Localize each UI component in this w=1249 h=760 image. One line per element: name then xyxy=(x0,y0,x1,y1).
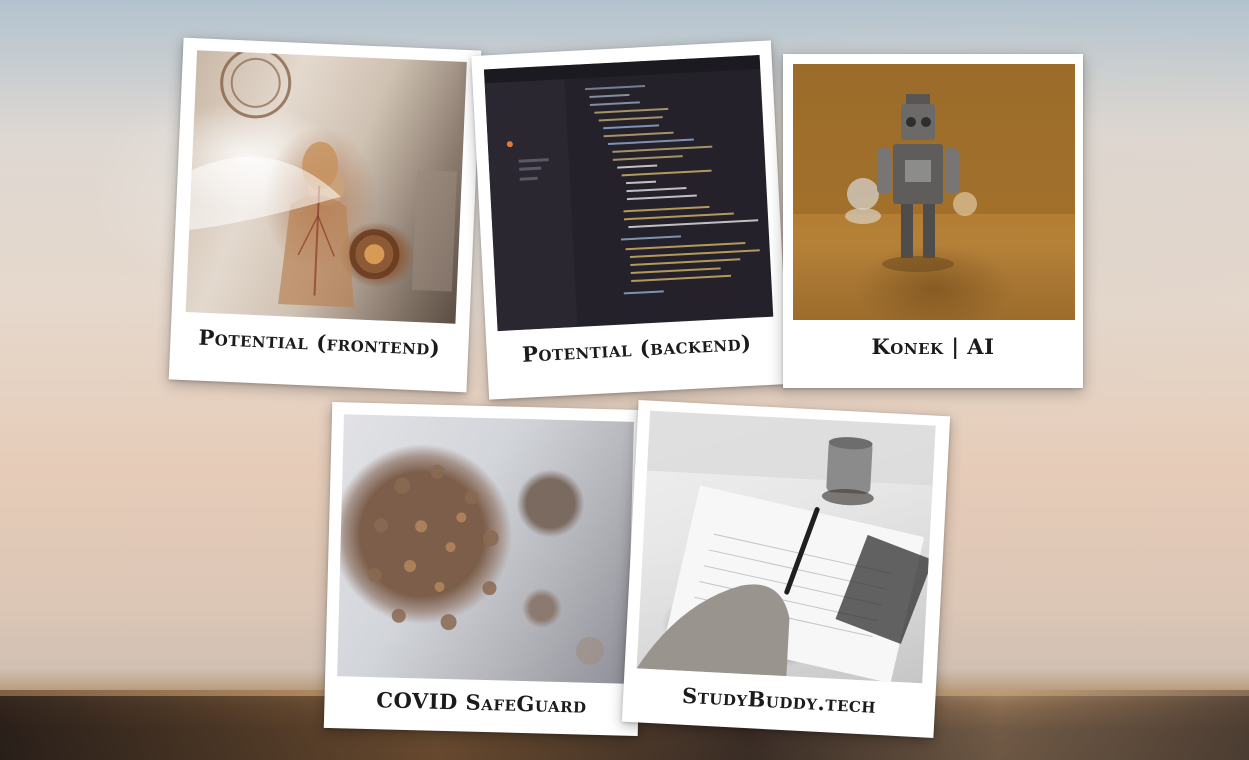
project-title: StudyBuddy.tech xyxy=(681,682,877,718)
project-card-studybuddy-tech[interactable]: StudyBuddy.tech xyxy=(621,400,951,738)
project-title: COVID SafeGuard xyxy=(376,687,587,718)
project-image-toy-robot xyxy=(793,64,1075,320)
project-image-anatomy-illustration xyxy=(185,50,467,324)
project-image-writing-notes xyxy=(636,410,936,684)
project-image-code-editor xyxy=(483,54,774,332)
project-image-virus-particles xyxy=(337,414,634,684)
project-card-potential-frontend[interactable]: Potential (frontend) xyxy=(168,37,482,393)
project-card-covid-safeguard[interactable]: COVID SafeGuard xyxy=(323,401,647,737)
project-title: Potential (frontend) xyxy=(198,324,441,361)
project-card-potential-backend[interactable]: Potential (backend) xyxy=(471,40,789,400)
project-title: Konek | AI xyxy=(871,334,995,359)
project-card-konek-ai[interactable]: Konek | AI xyxy=(783,54,1083,388)
project-title: Potential (backend) xyxy=(521,329,753,367)
